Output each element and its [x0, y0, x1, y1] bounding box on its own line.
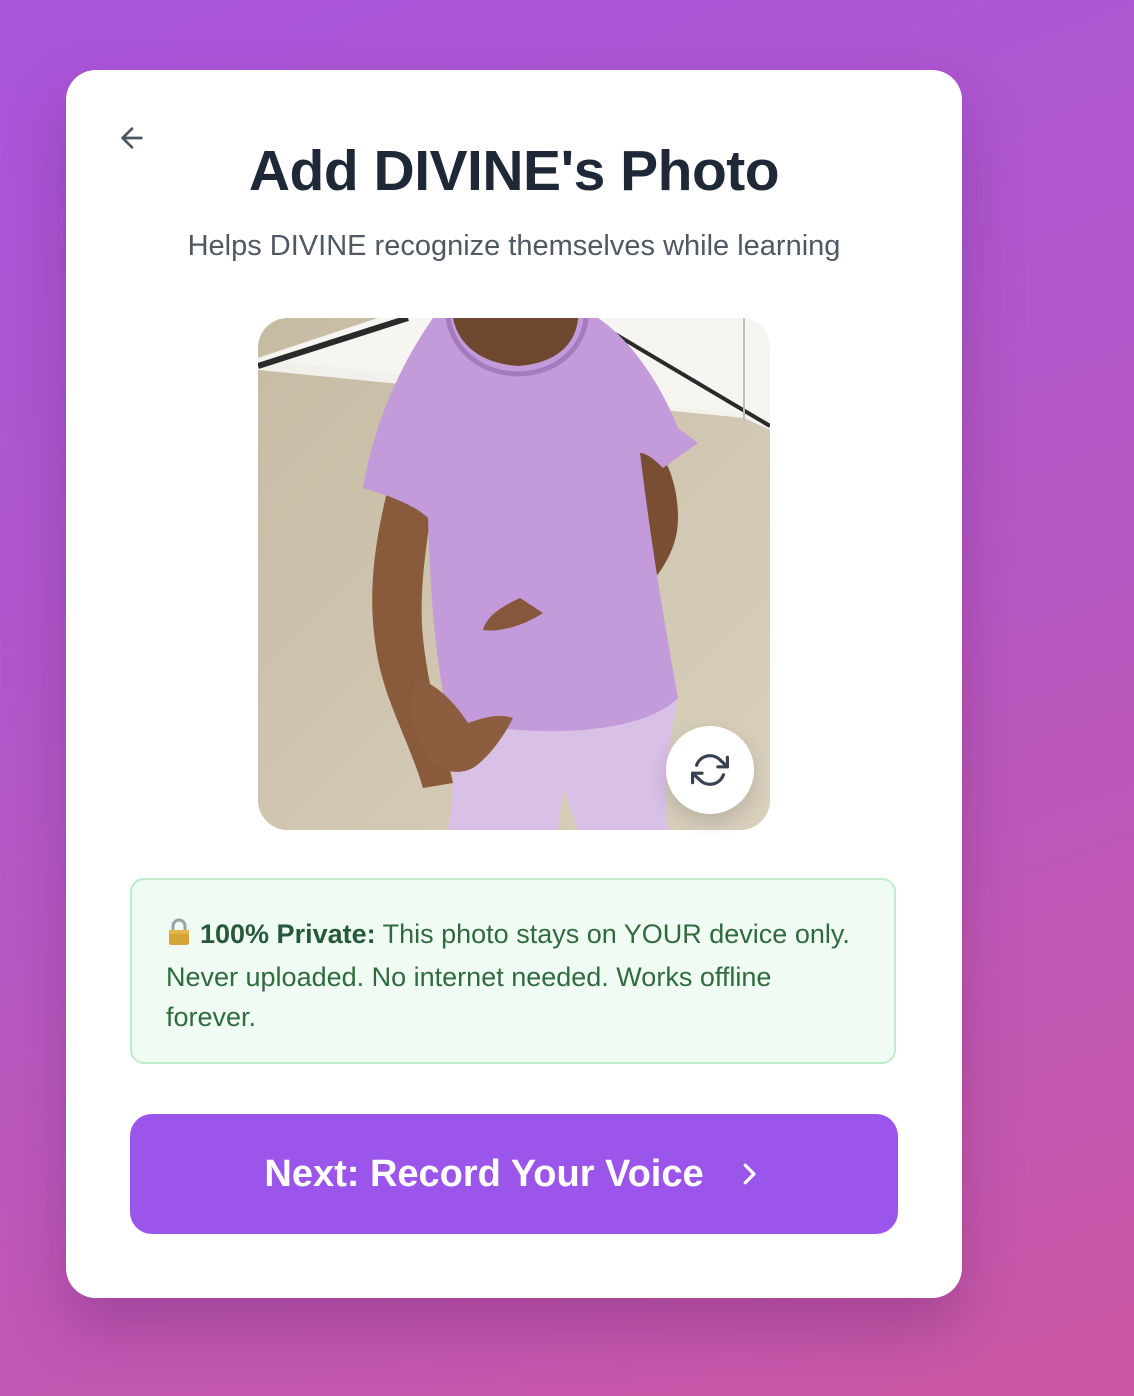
photo-setup-card: Add DIVINE's Photo Helps DIVINE recogniz… [66, 70, 962, 1298]
next-record-voice-button[interactable]: Next: Record Your Voice [130, 1114, 898, 1234]
change-photo-button[interactable] [666, 726, 754, 814]
page-title: Add DIVINE's Photo [248, 139, 780, 203]
privacy-notice: 100% Private: This photo stays on YOUR d… [130, 878, 896, 1064]
lock-icon [166, 917, 192, 957]
chevron-right-icon [734, 1159, 764, 1189]
next-button-label: Next: Record Your Voice [264, 1152, 704, 1195]
page-subtitle: Helps DIVINE recognize themselves while … [187, 230, 841, 262]
refresh-icon [691, 754, 729, 786]
privacy-title: 100% Private: [200, 919, 376, 949]
